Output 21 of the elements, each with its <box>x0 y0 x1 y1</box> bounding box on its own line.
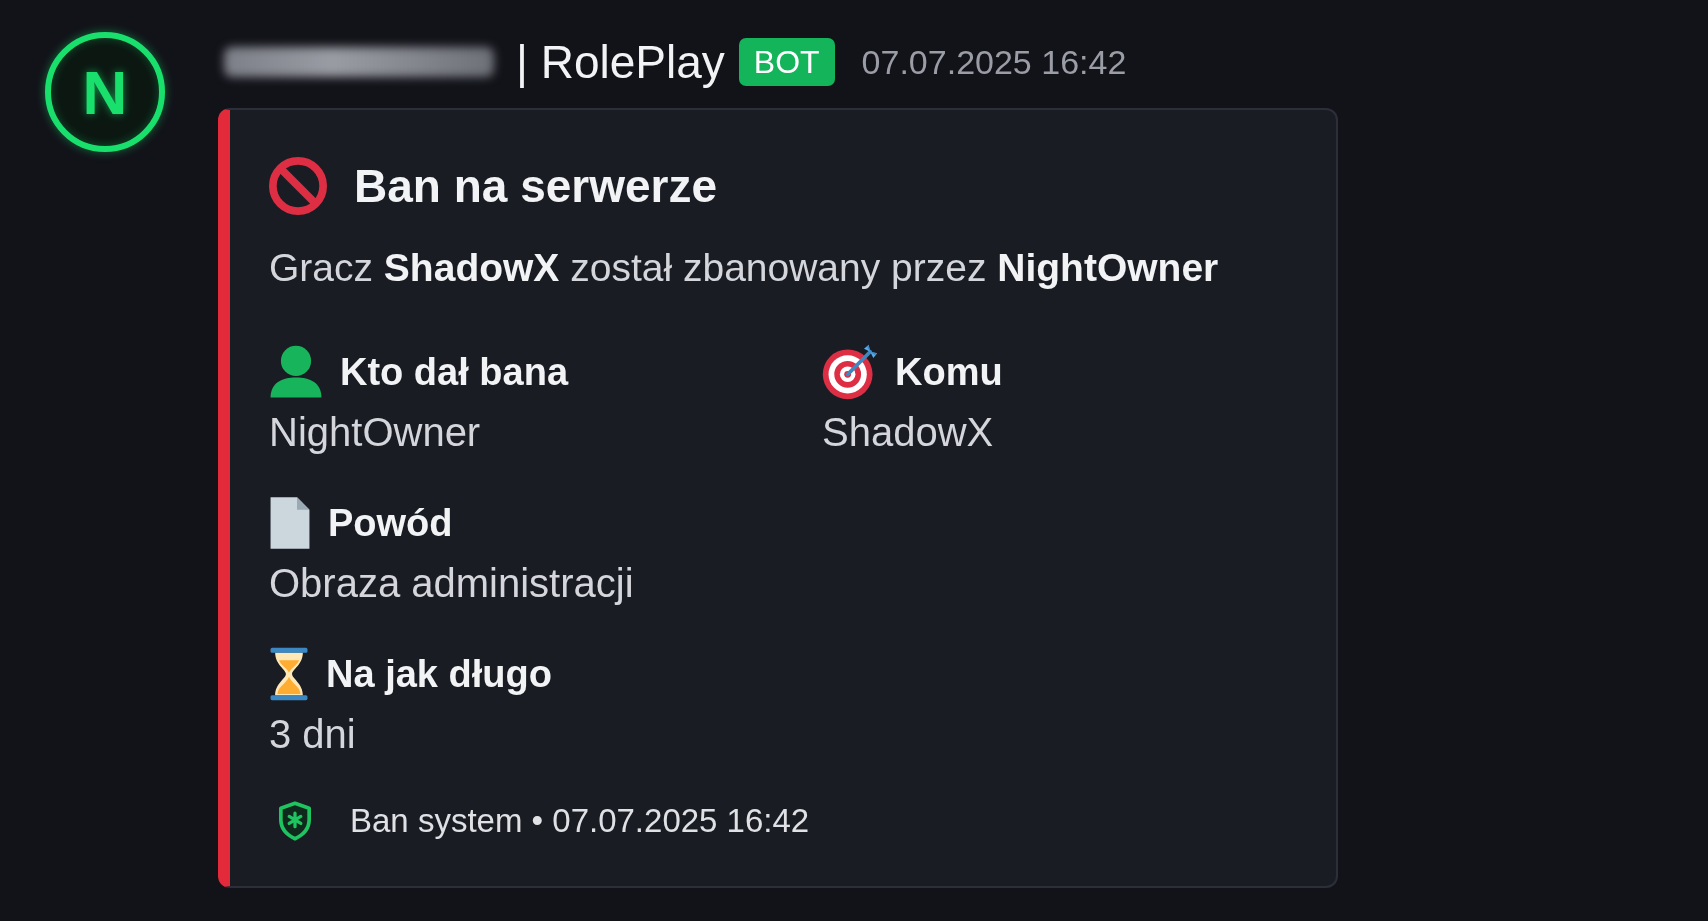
hourglass-icon <box>269 646 309 702</box>
shield-icon <box>278 801 312 841</box>
author-name[interactable]: | RolePlay <box>516 35 725 89</box>
avatar-logo[interactable]: N <box>45 32 165 152</box>
field-value: Obraza administracji <box>269 560 634 607</box>
field-value: 3 dni <box>269 711 356 758</box>
embed-footer: Ban system • 07.07.2025 16:42 <box>350 802 810 840</box>
message-timestamp: 07.07.2025 16:42 <box>861 42 1127 82</box>
document-icon <box>269 495 311 551</box>
field-name: Na jak długo <box>326 652 552 696</box>
target-icon <box>822 344 878 400</box>
embed-description: Gracz ShadowX został zbanowany przez NightOwner <box>269 245 1220 291</box>
field-name: Powód <box>328 501 453 545</box>
field-name: Kto dał bana <box>340 350 569 394</box>
person-icon <box>269 345 323 399</box>
embed-title: Ban na serwerze <box>354 159 718 213</box>
field-value: NightOwner <box>269 409 481 456</box>
field-name: Komu <box>895 350 1003 394</box>
prohibited-icon <box>269 157 327 215</box>
bot-tag: BOT <box>738 38 835 86</box>
field-value: ShadowX <box>822 409 994 456</box>
